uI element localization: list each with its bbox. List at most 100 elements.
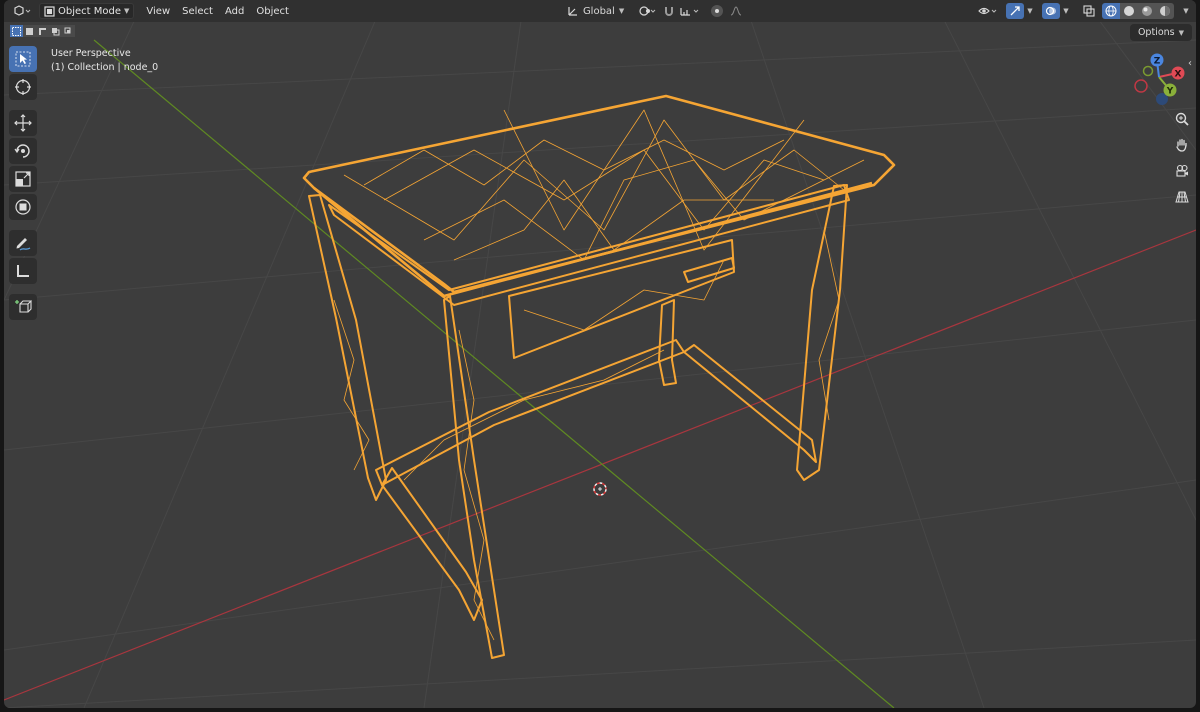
editor-type-icon: [14, 5, 31, 16]
gizmo-dropdown[interactable]: ▼: [1024, 3, 1036, 19]
add-cube-icon: [15, 300, 32, 313]
select-difference-button[interactable]: [49, 25, 62, 37]
select-subtract-icon: [39, 27, 46, 35]
chevron-down-icon: ▼: [1063, 7, 1069, 15]
gizmo-axis-y[interactable]: Y: [1163, 83, 1177, 97]
falloff-icon: [731, 6, 742, 16]
visibility-dropdown[interactable]: [976, 3, 1000, 19]
rendered-sphere-icon: [1160, 6, 1170, 16]
select-intersect-button[interactable]: [62, 25, 75, 37]
camera-view-button[interactable]: [1171, 160, 1193, 182]
rotate-icon: [14, 144, 30, 158]
shading-dropdown[interactable]: ▼: [1180, 3, 1192, 19]
select-new-icon: [12, 26, 21, 36]
navigation-buttons: [1171, 108, 1193, 208]
tool-shelf: [9, 46, 39, 320]
blender-window: Object Mode ▼ View Select Add Object Glo…: [0, 0, 1200, 712]
3d-viewport[interactable]: Object Mode ▼ View Select Add Object Glo…: [4, 0, 1196, 708]
magnet-icon: [665, 7, 674, 16]
transform-orientation-dropdown[interactable]: Global ▼: [563, 3, 628, 19]
select-extend-button[interactable]: [23, 25, 36, 37]
proportional-editing-toggle[interactable]: [706, 3, 728, 19]
gizmo-neg-x[interactable]: [1134, 79, 1148, 93]
proportional-editing-icon: [711, 5, 724, 17]
projection-toggle-button[interactable]: [1171, 186, 1193, 208]
tool-add-cube[interactable]: [9, 294, 37, 320]
chevron-down-icon: ▼: [124, 7, 130, 15]
scene-canvas[interactable]: [4, 0, 1196, 708]
cursor-arrow-icon: [15, 51, 31, 67]
collection-label: (1) Collection | node_0: [51, 62, 159, 73]
tool-select-box[interactable]: [9, 46, 37, 72]
overlays-toggle[interactable]: [1042, 3, 1060, 19]
hand-icon: [1176, 138, 1187, 152]
gizmo-z-label: Z: [1154, 57, 1161, 67]
chevron-down-icon: ▼: [618, 7, 625, 15]
overlays-icon: [1045, 6, 1056, 16]
tool-scale[interactable]: [9, 166, 37, 192]
tool-cursor[interactable]: [9, 74, 37, 100]
editor-type-button[interactable]: [8, 3, 36, 19]
3d-cursor: [593, 482, 607, 496]
menu-object[interactable]: Object: [250, 2, 295, 20]
shading-material-button[interactable]: [1138, 3, 1156, 19]
snap-increment-icon: [680, 8, 699, 16]
crosshair-cursor-icon: [15, 79, 31, 95]
xray-icon: [1083, 5, 1095, 17]
proportional-falloff-dropdown[interactable]: [728, 3, 744, 19]
xray-toggle[interactable]: [1080, 3, 1098, 19]
pan-button[interactable]: [1171, 134, 1193, 156]
shading-wireframe-button[interactable]: [1102, 3, 1120, 19]
select-mode-buttons: [10, 25, 75, 37]
chevron-down-icon: ▼: [1027, 7, 1033, 15]
menu-view[interactable]: View: [140, 2, 176, 20]
mode-dropdown[interactable]: Object Mode ▼: [39, 3, 135, 19]
gizmo-y-label: Y: [1166, 87, 1174, 97]
y-axis-line: [93, 39, 895, 708]
material-sphere-icon: [1142, 6, 1152, 16]
transform-icon: [15, 199, 31, 215]
tool-transform[interactable]: [9, 194, 37, 220]
viewport-info: User Perspective (1) Collection | node_0: [51, 47, 158, 75]
select-new-button[interactable]: [10, 25, 23, 37]
select-subtract-button[interactable]: [36, 25, 49, 37]
ruler-icon: [17, 265, 29, 277]
view-perspective-label: User Perspective: [51, 48, 131, 59]
snap-toggle[interactable]: [660, 3, 678, 19]
gizmo-axis-z[interactable]: Z: [1150, 53, 1164, 67]
object-mode-icon: [44, 5, 55, 17]
shading-rendered-button[interactable]: [1156, 3, 1174, 19]
select-extend-icon: [26, 27, 33, 35]
overlays-dropdown[interactable]: ▼: [1060, 3, 1072, 19]
scale-icon: [15, 171, 31, 187]
camera-icon: [1176, 164, 1188, 177]
zoom-button[interactable]: [1171, 108, 1193, 130]
pencil-icon: [16, 238, 31, 251]
menu-add[interactable]: Add: [219, 2, 250, 20]
snap-target-dropdown[interactable]: [678, 3, 702, 19]
solid-sphere-icon: [1124, 6, 1134, 16]
chevron-down-icon: ▼: [1178, 28, 1184, 37]
grid-perspective-icon: [1175, 191, 1189, 203]
orientation-label: Global: [582, 5, 615, 17]
global-orientation-icon: [568, 7, 577, 16]
viewport-header: Object Mode ▼ View Select Add Object Glo…: [4, 0, 1196, 22]
gizmo-axis-x[interactable]: X: [1171, 66, 1185, 80]
select-intersect-icon: [64, 27, 71, 33]
select-difference-icon: [52, 27, 60, 35]
floor-grid: [4, 0, 1196, 708]
move-arrows-icon: [14, 114, 32, 132]
tool-annotate[interactable]: [9, 230, 37, 256]
chevron-down-icon: ▼: [1183, 7, 1189, 15]
x-axis-line: [4, 229, 1196, 701]
tool-rotate[interactable]: [9, 138, 37, 164]
gizmo-neg-y[interactable]: [1142, 65, 1154, 77]
tool-move[interactable]: [9, 110, 37, 136]
pivot-point-dropdown[interactable]: [634, 3, 660, 19]
tool-measure[interactable]: [9, 258, 37, 284]
shading-solid-button[interactable]: [1120, 3, 1138, 19]
navigation-gizmo[interactable]: X Y Z: [1131, 53, 1191, 109]
gizmo-toggle[interactable]: [1006, 3, 1024, 19]
menu-select[interactable]: Select: [176, 2, 219, 20]
options-button[interactable]: Options ▼: [1129, 24, 1192, 41]
